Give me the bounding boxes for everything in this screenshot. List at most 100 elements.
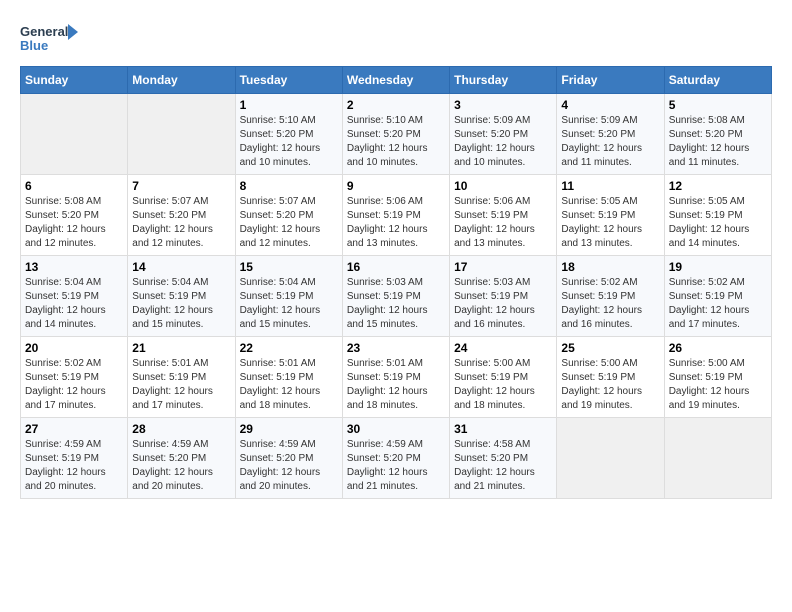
weekday-header-cell: Saturday — [664, 67, 771, 94]
calendar-cell: 30 Sunrise: 4:59 AMSunset: 5:20 PMDayligh… — [342, 418, 449, 499]
calendar-week-row: 13Sunrise: 5:04 AMSunset: 5:19 PMDayligh… — [21, 256, 772, 337]
day-number: 19 — [669, 260, 767, 274]
calendar-week-row: 20 Sunrise: 5:02 AMSunset: 5:19 PMDayligh… — [21, 337, 772, 418]
calendar-cell: 28Sunrise: 4:59 AMSunset: 5:20 PMDayligh… — [128, 418, 235, 499]
day-number: 26 — [669, 341, 767, 355]
day-number: 6 — [25, 179, 123, 193]
day-number: 25 — [561, 341, 659, 355]
day-number: 4 — [561, 98, 659, 112]
day-number: 24 — [454, 341, 552, 355]
calendar-cell: 12 Sunrise: 5:05 AMSunset: 5:19 PMDayligh… — [664, 175, 771, 256]
day-number: 3 — [454, 98, 552, 112]
weekday-header-cell: Tuesday — [235, 67, 342, 94]
calendar-cell — [664, 418, 771, 499]
day-info: Sunrise: 5:03 AMSunset: 5:19 PMDaylight:… — [454, 276, 552, 332]
calendar-cell: 26 Sunrise: 5:00 AMSunset: 5:19 PMDayligh… — [664, 337, 771, 418]
day-info: Sunrise: 4:59 AMSunset: 5:20 PMDaylight:… — [240, 438, 338, 494]
day-number: 16 — [347, 260, 445, 274]
weekday-header-cell: Wednesday — [342, 67, 449, 94]
calendar-cell: 17 Sunrise: 5:03 AMSunset: 5:19 PMDayligh… — [450, 256, 557, 337]
logo-icon: GeneralBlue — [20, 20, 80, 56]
calendar-body: 1 Sunrise: 5:10 AMSunset: 5:20 PMDaylight… — [21, 94, 772, 499]
calendar-cell: 20 Sunrise: 5:02 AMSunset: 5:19 PMDayligh… — [21, 337, 128, 418]
day-info: Sunrise: 5:01 AMSunset: 5:19 PMDaylight:… — [132, 357, 230, 413]
calendar-week-row: 6 Sunrise: 5:08 AMSunset: 5:20 PMDaylight… — [21, 175, 772, 256]
svg-text:Blue: Blue — [20, 38, 48, 53]
day-info: Sunrise: 5:01 AMSunset: 5:19 PMDaylight:… — [347, 357, 445, 413]
day-number: 28 — [132, 422, 230, 436]
calendar-cell: 8 Sunrise: 5:07 AMSunset: 5:20 PMDaylight… — [235, 175, 342, 256]
calendar-cell — [21, 94, 128, 175]
weekday-header-row: SundayMondayTuesdayWednesdayThursdayFrid… — [21, 67, 772, 94]
calendar-cell: 2 Sunrise: 5:10 AMSunset: 5:20 PMDaylight… — [342, 94, 449, 175]
day-info: Sunrise: 5:06 AMSunset: 5:19 PMDaylight:… — [347, 195, 445, 251]
calendar-cell: 10Sunrise: 5:06 AMSunset: 5:19 PMDayligh… — [450, 175, 557, 256]
day-info: Sunrise: 5:07 AMSunset: 5:20 PMDaylight:… — [132, 195, 230, 251]
weekday-header-cell: Friday — [557, 67, 664, 94]
day-info: Sunrise: 4:58 AMSunset: 5:20 PMDaylight:… — [454, 438, 552, 494]
day-number: 22 — [240, 341, 338, 355]
day-number: 5 — [669, 98, 767, 112]
day-number: 21 — [132, 341, 230, 355]
calendar-cell: 27Sunrise: 4:59 AMSunset: 5:19 PMDayligh… — [21, 418, 128, 499]
day-info: Sunrise: 5:03 AMSunset: 5:19 PMDaylight:… — [347, 276, 445, 332]
day-number: 30 — [347, 422, 445, 436]
day-info: Sunrise: 5:10 AMSunset: 5:20 PMDaylight:… — [240, 114, 338, 170]
calendar-cell: 22 Sunrise: 5:01 AMSunset: 5:19 PMDayligh… — [235, 337, 342, 418]
calendar-cell: 14 Sunrise: 5:04 AMSunset: 5:19 PMDayligh… — [128, 256, 235, 337]
day-info: Sunrise: 5:02 AMSunset: 5:19 PMDaylight:… — [561, 276, 659, 332]
day-info: Sunrise: 4:59 AMSunset: 5:19 PMDaylight:… — [25, 438, 123, 494]
day-info: Sunrise: 5:08 AMSunset: 5:20 PMDaylight:… — [25, 195, 123, 251]
day-number: 1 — [240, 98, 338, 112]
day-number: 2 — [347, 98, 445, 112]
calendar-cell: 7 Sunrise: 5:07 AMSunset: 5:20 PMDaylight… — [128, 175, 235, 256]
day-info: Sunrise: 5:00 AMSunset: 5:19 PMDaylight:… — [561, 357, 659, 413]
day-number: 7 — [132, 179, 230, 193]
logo: GeneralBlue — [20, 20, 80, 56]
calendar-cell: 25 Sunrise: 5:00 AMSunset: 5:19 PMDayligh… — [557, 337, 664, 418]
day-number: 8 — [240, 179, 338, 193]
calendar-table: SundayMondayTuesdayWednesdayThursdayFrid… — [20, 66, 772, 499]
day-info: Sunrise: 5:02 AMSunset: 5:19 PMDaylight:… — [25, 357, 123, 413]
calendar-cell — [128, 94, 235, 175]
day-number: 17 — [454, 260, 552, 274]
day-info: Sunrise: 5:09 AMSunset: 5:20 PMDaylight:… — [561, 114, 659, 170]
day-info: Sunrise: 5:04 AMSunset: 5:19 PMDaylight:… — [132, 276, 230, 332]
day-info: Sunrise: 5:07 AMSunset: 5:20 PMDaylight:… — [240, 195, 338, 251]
calendar-cell: 18Sunrise: 5:02 AMSunset: 5:19 PMDayligh… — [557, 256, 664, 337]
day-number: 31 — [454, 422, 552, 436]
calendar-cell: 1 Sunrise: 5:10 AMSunset: 5:20 PMDaylight… — [235, 94, 342, 175]
day-info: Sunrise: 5:09 AMSunset: 5:20 PMDaylight:… — [454, 114, 552, 170]
calendar-cell: 19Sunrise: 5:02 AMSunset: 5:19 PMDayligh… — [664, 256, 771, 337]
day-number: 12 — [669, 179, 767, 193]
calendar-cell: 9Sunrise: 5:06 AMSunset: 5:19 PMDaylight… — [342, 175, 449, 256]
day-info: Sunrise: 5:00 AMSunset: 5:19 PMDaylight:… — [669, 357, 767, 413]
calendar-cell: 6 Sunrise: 5:08 AMSunset: 5:20 PMDaylight… — [21, 175, 128, 256]
svg-text:General: General — [20, 24, 68, 39]
day-info: Sunrise: 5:08 AMSunset: 5:20 PMDaylight:… — [669, 114, 767, 170]
calendar-cell: 11Sunrise: 5:05 AMSunset: 5:19 PMDayligh… — [557, 175, 664, 256]
calendar-cell: 4 Sunrise: 5:09 AMSunset: 5:20 PMDaylight… — [557, 94, 664, 175]
day-number: 20 — [25, 341, 123, 355]
day-info: Sunrise: 5:04 AMSunset: 5:19 PMDaylight:… — [240, 276, 338, 332]
weekday-header-cell: Monday — [128, 67, 235, 94]
day-number: 29 — [240, 422, 338, 436]
day-number: 10 — [454, 179, 552, 193]
calendar-cell: 24 Sunrise: 5:00 AMSunset: 5:19 PMDayligh… — [450, 337, 557, 418]
calendar-cell: 21 Sunrise: 5:01 AMSunset: 5:19 PMDayligh… — [128, 337, 235, 418]
weekday-header-cell: Thursday — [450, 67, 557, 94]
calendar-cell: 29 Sunrise: 4:59 AMSunset: 5:20 PMDayligh… — [235, 418, 342, 499]
page-header: GeneralBlue — [20, 20, 772, 56]
day-info: Sunrise: 5:10 AMSunset: 5:20 PMDaylight:… — [347, 114, 445, 170]
day-info: Sunrise: 5:05 AMSunset: 5:19 PMDaylight:… — [561, 195, 659, 251]
calendar-cell: 3 Sunrise: 5:09 AMSunset: 5:20 PMDaylight… — [450, 94, 557, 175]
day-info: Sunrise: 5:00 AMSunset: 5:19 PMDaylight:… — [454, 357, 552, 413]
day-info: Sunrise: 4:59 AMSunset: 5:20 PMDaylight:… — [347, 438, 445, 494]
day-info: Sunrise: 5:05 AMSunset: 5:19 PMDaylight:… — [669, 195, 767, 251]
day-info: Sunrise: 5:01 AMSunset: 5:19 PMDaylight:… — [240, 357, 338, 413]
calendar-cell: 31 Sunrise: 4:58 AMSunset: 5:20 PMDayligh… — [450, 418, 557, 499]
calendar-cell: 16 Sunrise: 5:03 AMSunset: 5:19 PMDayligh… — [342, 256, 449, 337]
weekday-header-cell: Sunday — [21, 67, 128, 94]
day-number: 14 — [132, 260, 230, 274]
calendar-cell: 13Sunrise: 5:04 AMSunset: 5:19 PMDayligh… — [21, 256, 128, 337]
